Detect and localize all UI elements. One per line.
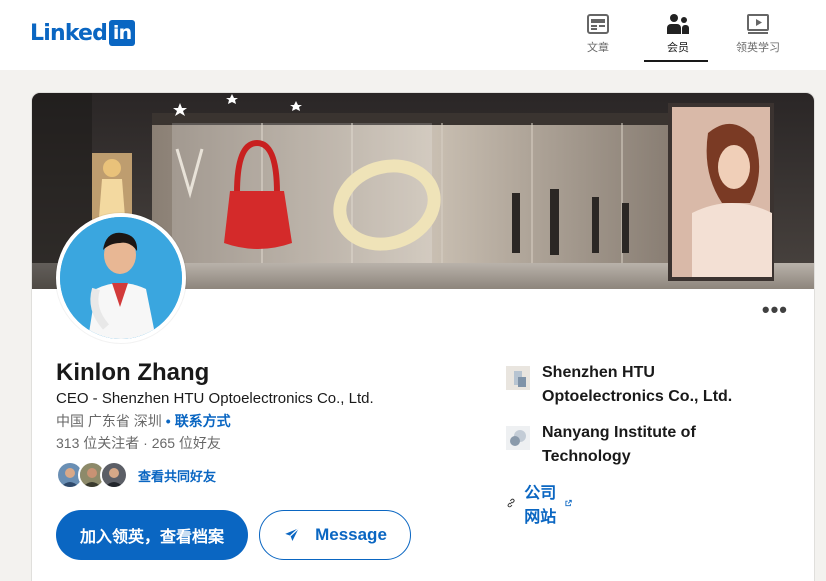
nav-members-label: 会员 — [667, 42, 689, 54]
profile-name: Kinlon Zhang — [56, 359, 210, 386]
company-logo-icon — [506, 366, 530, 390]
mutual-connections-label: 查看共同好友 — [138, 468, 217, 484]
logo-wordmark: Linked — [30, 20, 108, 46]
mutual-connections[interactable]: 查看共同好友 — [56, 461, 216, 489]
articles-icon — [587, 14, 609, 34]
nav-articles-label: 文章 — [587, 42, 609, 54]
join-to-view-profile-button[interactable]: 加入领英，查看档案 — [56, 510, 248, 560]
message-button[interactable]: Message — [259, 510, 411, 560]
company-name-line1: Shenzhen HTU — [542, 364, 655, 381]
school-logo-icon — [506, 426, 530, 450]
nav-articles[interactable]: 文章 — [560, 12, 636, 60]
contact-info-link[interactable]: 联系方式 — [175, 413, 231, 429]
nav-members[interactable]: 会员 — [640, 12, 716, 62]
linkedin-logo[interactable]: Linked in — [30, 20, 136, 46]
message-button-label: Message — [315, 525, 387, 544]
mutual-avatar-3 — [100, 461, 128, 489]
profile-location: 中国 广东省 深圳 — [56, 413, 162, 429]
people-icon — [667, 14, 689, 34]
more-icon[interactable]: ••• — [762, 299, 788, 321]
nav-learning[interactable]: 领英学习 — [720, 12, 796, 60]
education-school[interactable]: Nanyang Institute of Technology — [506, 421, 766, 469]
profile-location-row: 中国 广东省 深圳 • 联系方式 — [56, 411, 231, 431]
separator-dot: • — [165, 413, 171, 429]
company-name-line2: Optoelectronics Co., Ltd. — [542, 388, 733, 405]
current-company[interactable]: Shenzhen HTU Optoelectronics Co., Ltd. — [506, 361, 766, 409]
company-website-link[interactable]: 公司网站 — [506, 479, 572, 527]
learning-icon — [747, 14, 769, 34]
nav-learning-label: 领英学习 — [736, 42, 780, 54]
top-navigation: Linked in 文章 会员 领英学习 — [0, 0, 826, 70]
company-website-label: 公司网站 — [524, 485, 557, 526]
profile-avatar[interactable] — [56, 213, 186, 343]
external-link-icon — [565, 499, 572, 507]
profile-stats: 313 位关注者 · 265 位好友 — [56, 435, 221, 451]
school-name-line1: Nanyang Institute of — [542, 424, 696, 441]
school-name-line2: Technology — [542, 448, 631, 465]
logo-box: in — [109, 20, 136, 46]
link-icon — [507, 498, 515, 508]
send-icon — [285, 527, 300, 541]
profile-headline: CEO - Shenzhen HTU Optoelectronics Co., … — [56, 390, 374, 407]
profile-card: ••• Kinlon Zhang CEO - Shenzhen HTU Opto… — [32, 93, 814, 581]
